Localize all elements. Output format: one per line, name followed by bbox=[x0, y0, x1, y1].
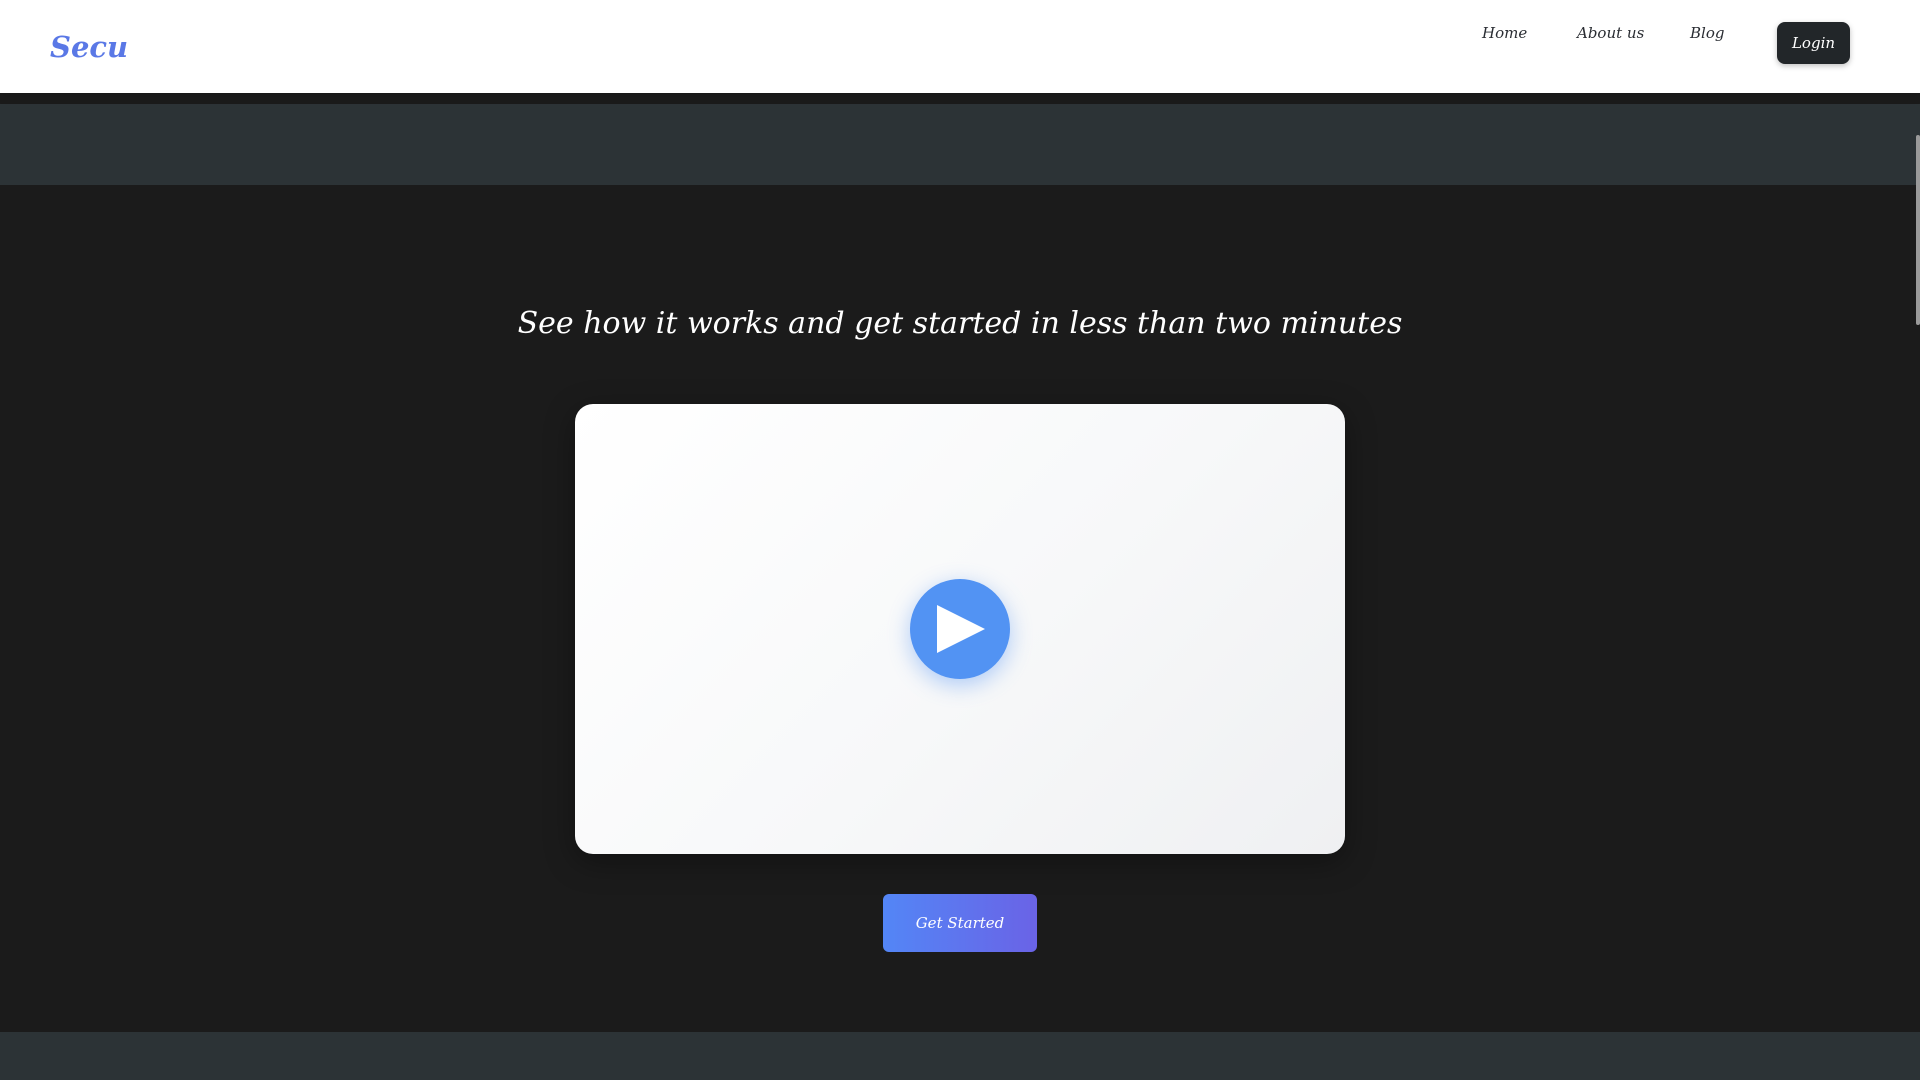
play-icon bbox=[937, 605, 985, 653]
top-navbar: Secu Home About us Blog Login bbox=[0, 0, 1920, 93]
scrollbar-thumb[interactable] bbox=[1916, 135, 1920, 325]
nav-link-blog[interactable]: Blog bbox=[1690, 24, 1724, 42]
get-started-button[interactable]: Get Started bbox=[883, 894, 1037, 952]
nav-link-home[interactable]: Home bbox=[1482, 24, 1527, 42]
play-button[interactable] bbox=[910, 579, 1010, 679]
brand-logo[interactable]: Secu bbox=[50, 30, 128, 64]
section-headline: See how it works and get started in less… bbox=[517, 306, 1403, 341]
bottom-band bbox=[0, 1032, 1920, 1080]
login-button[interactable]: Login bbox=[1777, 22, 1850, 64]
header-gap bbox=[0, 93, 1920, 104]
top-band bbox=[0, 104, 1920, 185]
nav-link-about-us[interactable]: About us bbox=[1577, 24, 1644, 42]
video-player[interactable] bbox=[575, 404, 1345, 854]
